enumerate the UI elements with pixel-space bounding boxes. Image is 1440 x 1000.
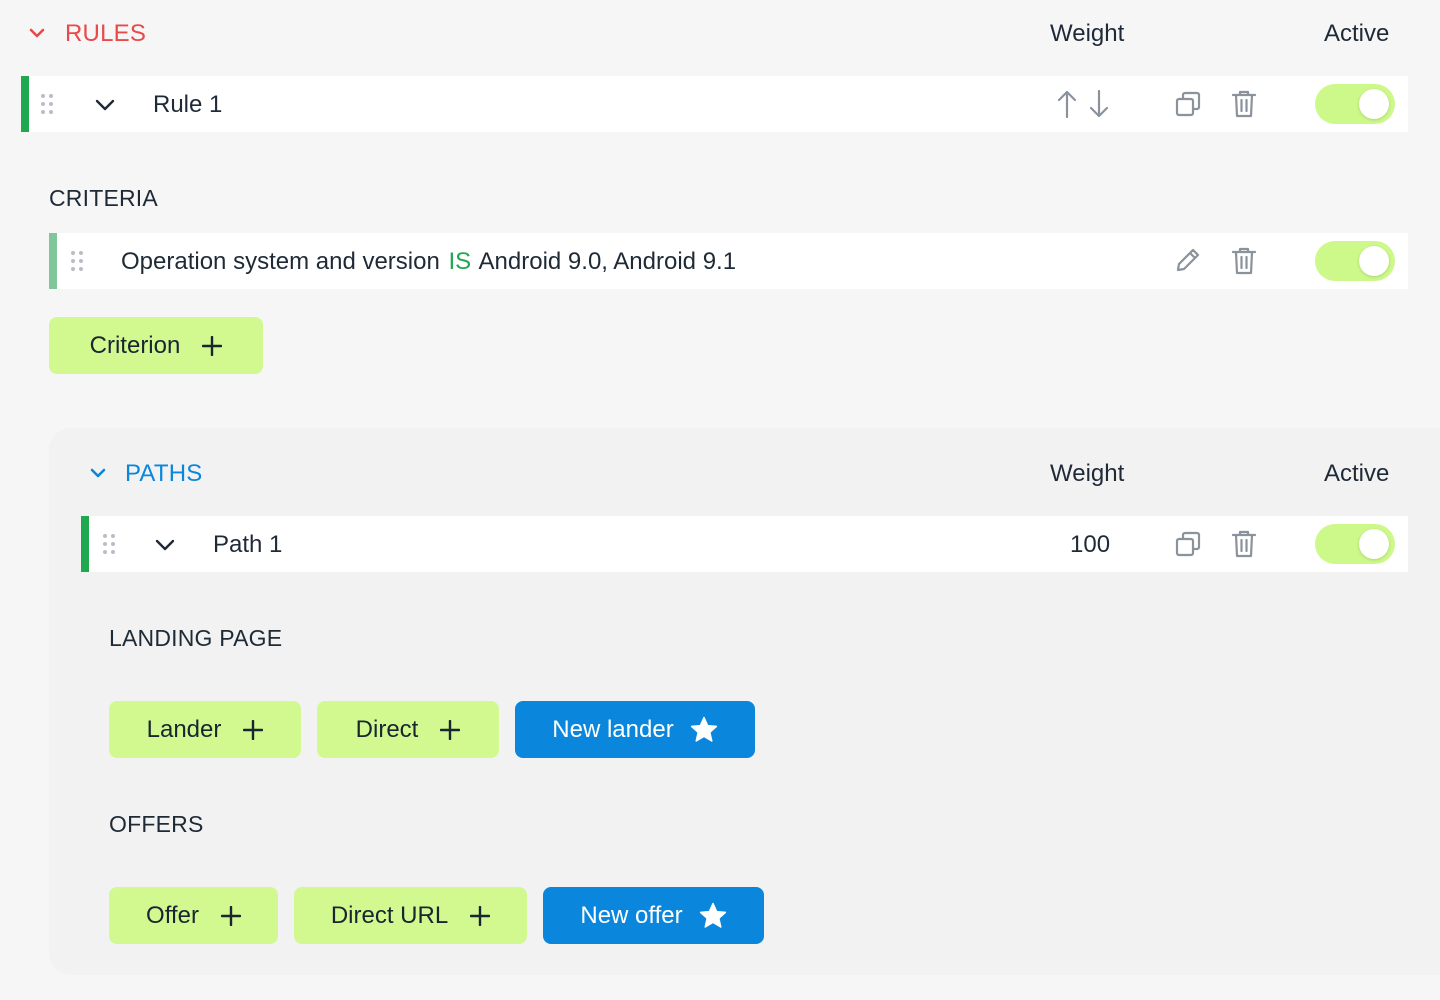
new-offer-button[interactable]: New offer: [543, 887, 764, 944]
new-lander-button[interactable]: New lander: [515, 701, 755, 758]
rule-row[interactable]: Rule 1: [21, 76, 1408, 132]
plus-icon: [470, 905, 491, 926]
add-direct-url-button[interactable]: Direct URL: [294, 887, 527, 944]
drag-handle-icon[interactable]: [70, 250, 84, 272]
plus-icon: [440, 719, 461, 740]
drag-handle-icon[interactable]: [102, 533, 116, 555]
criterion-active-toggle[interactable]: [1315, 241, 1395, 281]
plus-icon: [202, 335, 223, 356]
trash-icon[interactable]: [1230, 529, 1258, 559]
paths-weight-header: Weight: [1050, 460, 1125, 487]
add-direct-url-label: Direct URL: [330, 901, 449, 929]
paths-title: PATHS: [125, 460, 203, 487]
criterion-text[interactable]: Operation system and version IS Android …: [121, 248, 736, 276]
add-offer-button[interactable]: Offer: [109, 887, 278, 944]
rules-active-header: Active: [1324, 20, 1390, 47]
criterion-operator: IS: [448, 248, 472, 275]
path-weight-value[interactable]: 100: [1070, 531, 1110, 559]
trash-icon[interactable]: [1230, 246, 1258, 276]
paths-collapse-chevron-icon[interactable]: [87, 462, 109, 484]
add-lander-button[interactable]: Lander: [109, 701, 301, 758]
rule-active-toggle[interactable]: [1315, 84, 1395, 124]
toggle-knob: [1359, 246, 1389, 276]
path-active-bar: [81, 516, 89, 572]
star-icon: [699, 902, 727, 930]
offers-title: OFFERS: [109, 811, 204, 837]
toggle-knob: [1359, 529, 1389, 559]
drag-handle-icon[interactable]: [40, 93, 54, 115]
new-lander-label: New lander: [552, 715, 674, 743]
copy-icon[interactable]: [1174, 530, 1202, 558]
plus-icon: [220, 905, 241, 926]
criteria-title: CRITERIA: [49, 185, 158, 211]
criterion-field: Operation system and version: [121, 248, 440, 275]
landing-page-title: LANDING PAGE: [109, 625, 283, 651]
add-lander-label: Lander: [146, 715, 222, 743]
add-criterion-button[interactable]: Criterion: [49, 317, 263, 374]
add-offer-label: Offer: [146, 901, 199, 929]
arrow-up-icon[interactable]: [1057, 89, 1077, 119]
criterion-row[interactable]: Operation system and version IS Android …: [49, 233, 1408, 289]
rule-active-bar: [21, 76, 29, 132]
path-active-toggle[interactable]: [1315, 524, 1395, 564]
add-direct-label: Direct: [355, 715, 419, 743]
arrow-down-icon[interactable]: [1089, 89, 1109, 119]
rules-title: RULES: [65, 20, 147, 47]
plus-icon: [243, 719, 264, 740]
rules-weight-header: Weight: [1050, 20, 1125, 47]
toggle-knob: [1359, 89, 1389, 119]
rule-label: Rule 1: [153, 91, 223, 118]
add-direct-button[interactable]: Direct: [317, 701, 499, 758]
path-expand-chevron-icon[interactable]: [153, 533, 177, 557]
criterion-value: Android 9.0, Android 9.1: [478, 248, 737, 275]
rules-collapse-chevron-icon[interactable]: [26, 22, 48, 44]
new-offer-label: New offer: [580, 901, 683, 929]
path-label: Path 1: [213, 531, 283, 558]
trash-icon[interactable]: [1230, 89, 1258, 119]
add-criterion-label: Criterion: [89, 331, 181, 359]
star-icon: [690, 716, 718, 744]
rule-expand-chevron-icon[interactable]: [93, 93, 117, 117]
path-row[interactable]: Path 1 100: [81, 516, 1408, 572]
paths-active-header: Active: [1324, 460, 1390, 487]
pencil-icon[interactable]: [1174, 246, 1202, 274]
copy-icon[interactable]: [1174, 90, 1202, 118]
criterion-bar: [49, 233, 57, 289]
